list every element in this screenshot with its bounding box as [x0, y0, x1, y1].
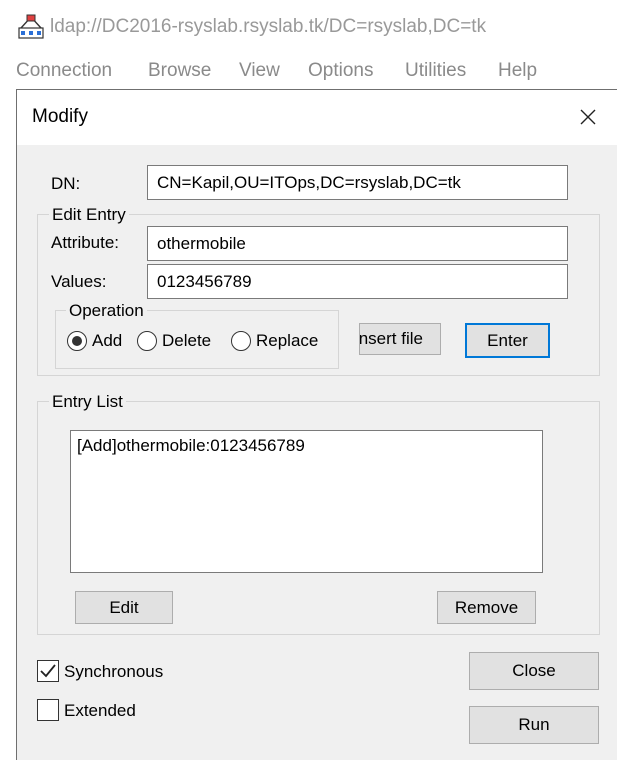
menu-view[interactable]: View: [239, 60, 280, 82]
synchronous-checkbox[interactable]: [37, 660, 59, 682]
menu-help[interactable]: Help: [498, 60, 537, 82]
values-field[interactable]: 0123456789: [147, 264, 568, 299]
synchronous-label[interactable]: Synchronous: [64, 662, 163, 682]
extended-checkbox[interactable]: [37, 699, 59, 721]
modify-dialog: Modify DN: CN=Kapil,OU=ITOps,DC=rsyslab,…: [16, 89, 617, 760]
enter-button[interactable]: Enter: [465, 323, 550, 358]
checkmark-icon: [40, 664, 56, 678]
menu-connection[interactable]: Connection: [16, 60, 112, 82]
list-item[interactable]: [Add]othermobile:0123456789: [77, 436, 305, 456]
menu-bar: Connection Browse View Options Utilities…: [0, 56, 617, 90]
entry-list-title: Entry List: [49, 392, 126, 412]
radio-replace-label[interactable]: Replace: [256, 331, 318, 351]
run-button[interactable]: Run: [469, 706, 599, 744]
dialog-titlebar[interactable]: Modify: [17, 90, 617, 145]
close-icon[interactable]: [568, 100, 608, 134]
values-label: Values:: [51, 272, 107, 291]
ldp-network-icon: [18, 14, 44, 40]
radio-add[interactable]: [67, 331, 87, 351]
radio-replace[interactable]: [231, 331, 251, 351]
remove-button[interactable]: Remove: [437, 591, 536, 624]
app-title: ldap://DC2016-rsyslab.rsyslab.tk/DC=rsys…: [50, 16, 487, 37]
close-button[interactable]: Close: [469, 652, 599, 690]
insert-file-button[interactable]: Insert file: [359, 323, 441, 355]
radio-delete-label[interactable]: Delete: [162, 331, 211, 351]
edit-entry-title: Edit Entry: [49, 205, 129, 225]
extended-label[interactable]: Extended: [64, 701, 136, 721]
menu-browse[interactable]: Browse: [148, 60, 211, 82]
dn-field[interactable]: CN=Kapil,OU=ITOps,DC=rsyslab,DC=tk: [147, 165, 568, 200]
entry-list[interactable]: [Add]othermobile:0123456789: [70, 430, 543, 573]
attribute-label: Attribute:: [51, 233, 120, 252]
attribute-field[interactable]: othermobile: [147, 226, 568, 261]
insert-file-label: Insert file: [359, 329, 423, 348]
edit-button[interactable]: Edit: [75, 591, 173, 624]
radio-delete[interactable]: [137, 331, 157, 351]
radio-add-label[interactable]: Add: [92, 331, 122, 351]
dn-label: DN:: [51, 174, 81, 193]
operation-title: Operation: [66, 301, 147, 321]
menu-options[interactable]: Options: [308, 60, 373, 82]
menu-utilities[interactable]: Utilities: [405, 60, 466, 82]
dialog-title: Modify: [32, 106, 88, 127]
